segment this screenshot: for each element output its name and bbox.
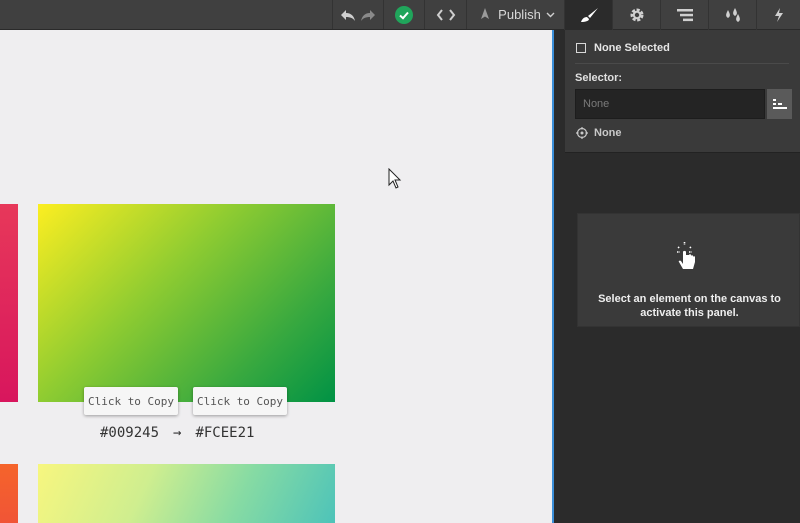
selector-section: None Selected Selector: None None — [565, 30, 800, 153]
gradient-swatch-partial-2[interactable] — [0, 464, 18, 523]
lightning-icon — [773, 7, 785, 23]
copy-from-button[interactable]: Click to Copy — [84, 387, 178, 415]
tap-hand-icon — [673, 240, 701, 277]
copy-to-button[interactable]: Click to Copy — [193, 387, 287, 415]
code-view-button[interactable] — [424, 0, 466, 29]
selection-status[interactable]: None Selected — [576, 42, 670, 54]
undo-icon[interactable] — [340, 8, 356, 22]
list-options-icon — [772, 99, 787, 109]
gear-icon — [629, 7, 645, 23]
gradient-hex-line: #009245 → #FCEE21 — [100, 425, 254, 441]
hex-from: #009245 — [100, 425, 160, 441]
selection-label: None Selected — [594, 42, 670, 54]
drops-icon — [723, 7, 743, 23]
undo-redo-group — [332, 0, 383, 29]
tab-style[interactable] — [564, 0, 612, 30]
style-panel: None Selected Selector: None None Select… — [565, 30, 800, 523]
redo-icon[interactable] — [360, 8, 376, 22]
arrow-right: → — [173, 425, 182, 441]
selector-input[interactable]: None — [575, 89, 765, 119]
selector-placeholder: None — [583, 98, 610, 110]
chevron-down-icon — [546, 12, 555, 18]
gradient-swatch[interactable] — [38, 204, 335, 402]
gradient-swatch-partial[interactable] — [0, 204, 18, 402]
rocket-icon — [477, 7, 493, 23]
top-toolbar: Publish — [0, 0, 800, 30]
navigator-icon — [676, 8, 694, 22]
target-status[interactable]: None — [576, 127, 622, 139]
crosshair-icon — [576, 127, 588, 139]
divider — [575, 63, 789, 64]
tab-navigator[interactable] — [660, 0, 708, 30]
code-brackets-icon — [436, 8, 456, 22]
target-label: None — [594, 127, 622, 139]
empty-state-card: Select an element on the canvas to activ… — [577, 213, 800, 327]
tab-settings[interactable] — [612, 0, 660, 30]
hex-to: #FCEE21 — [195, 425, 255, 441]
mouse-cursor-icon — [388, 167, 402, 195]
selector-label: Selector: — [575, 72, 623, 84]
selection-checkbox[interactable] — [576, 43, 586, 53]
design-canvas[interactable]: Click to Copy Click to Copy #009245 → #F… — [0, 30, 554, 523]
tab-drops[interactable] — [708, 0, 756, 30]
save-status[interactable] — [383, 0, 424, 29]
check-circle-icon — [395, 5, 413, 24]
tab-interactions[interactable] — [756, 0, 800, 30]
brush-icon — [579, 7, 599, 23]
publish-label: Publish — [498, 7, 541, 22]
selector-menu-button[interactable] — [767, 89, 792, 119]
publish-button[interactable]: Publish — [466, 0, 565, 29]
gradient-swatch-2[interactable] — [38, 464, 335, 523]
empty-state-text: Select an element on the canvas to activ… — [598, 293, 781, 319]
